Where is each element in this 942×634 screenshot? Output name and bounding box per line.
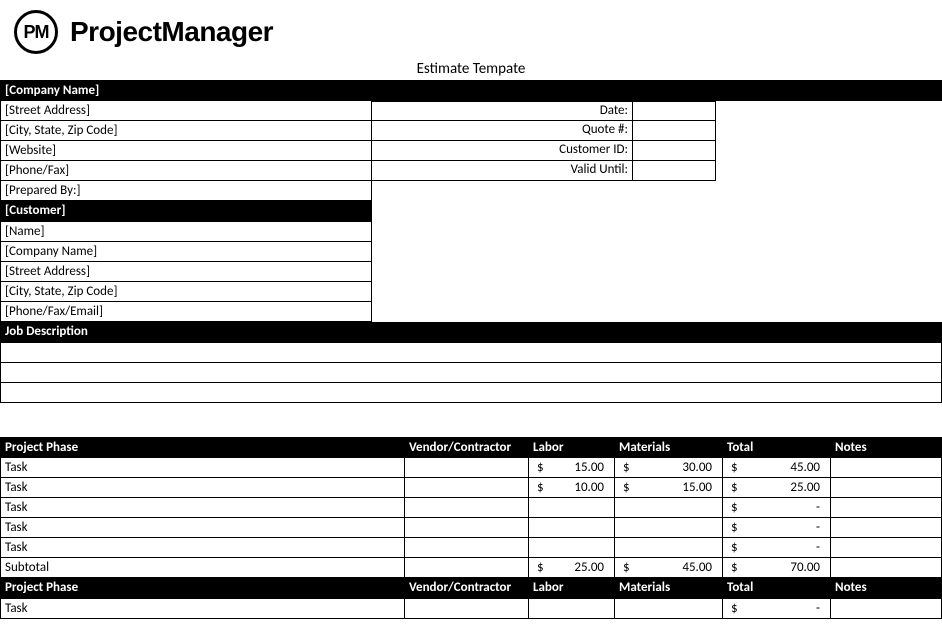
cell-total[interactable]: $- [723,598,831,618]
cell-labor[interactable] [529,598,615,618]
cell-labor[interactable]: $15.00 [529,458,615,478]
phase-table-2: Project Phase Vendor/Contractor Labor Ma… [0,578,942,619]
col-labor: Labor [529,438,615,458]
cell-task[interactable]: Task [1,538,405,558]
job-description-line[interactable] [1,343,942,363]
col-labor: Labor [529,578,615,598]
meta-quote-label: Quote #: [372,121,632,141]
meta-customerid-label: Customer ID: [372,141,632,161]
customer-phone[interactable]: [Phone/Fax/Email] [1,301,372,321]
subtotal-label: Subtotal [1,558,405,578]
customer-header: [Customer] [1,201,372,221]
table-row: Task $- [1,498,942,518]
company-prepared-by[interactable]: [Prepared By:] [1,181,372,201]
table-row: Task $- [1,598,942,618]
cell-materials[interactable] [615,498,723,518]
cell-labor[interactable] [529,518,615,538]
cell-materials[interactable] [615,598,723,618]
cell-total[interactable]: $- [723,518,831,538]
cell-vendor[interactable] [405,478,529,498]
table-row: Task $- [1,538,942,558]
cell-vendor[interactable] [405,518,529,538]
cell-vendor[interactable] [405,598,529,618]
cell-task[interactable]: Task [1,478,405,498]
company-header: [Company Name] [1,81,372,101]
logo: PM ProjectManager [0,0,942,56]
logo-text: ProjectManager [70,16,273,48]
cell-vendor[interactable] [405,498,529,518]
col-materials: Materials [615,438,723,458]
col-notes: Notes [831,438,942,458]
cell-materials[interactable]: $15.00 [615,478,723,498]
cell-total[interactable]: $- [723,498,831,518]
table-row: Task $15.00 $30.00 $45.00 [1,458,942,478]
meta-date-value[interactable] [632,101,716,121]
cell-task[interactable]: Task [1,498,405,518]
job-description-line[interactable] [1,363,942,383]
cell-notes[interactable] [831,598,942,618]
cell-notes[interactable] [831,478,942,498]
table-row: Task $- [1,518,942,538]
cell-vendor [405,558,529,578]
meta-customerid-value[interactable] [632,141,716,161]
company-city[interactable]: [City, State, Zip Code] [1,121,372,141]
cell-notes[interactable] [831,498,942,518]
company-website[interactable]: [Website] [1,141,372,161]
cell-labor[interactable] [529,538,615,558]
cell-task[interactable]: Task [1,598,405,618]
cell-materials[interactable]: $30.00 [615,458,723,478]
col-total: Total [723,578,831,598]
cell-labor[interactable]: $10.00 [529,478,615,498]
cell-notes[interactable] [831,518,942,538]
col-total: Total [723,438,831,458]
document-title: Estimate Tempate [0,56,942,80]
col-vendor: Vendor/Contractor [405,438,529,458]
subtotal-materials: $45.00 [615,558,723,578]
meta-validuntil-label: Valid Until: [372,161,632,181]
col-materials: Materials [615,578,723,598]
customer-company[interactable]: [Company Name] [1,241,372,261]
cell-materials[interactable] [615,518,723,538]
cell-total[interactable]: $- [723,538,831,558]
col-phase: Project Phase [1,438,405,458]
table-row: Task $10.00 $15.00 $25.00 [1,478,942,498]
cell-vendor[interactable] [405,458,529,478]
cell-total[interactable]: $25.00 [723,478,831,498]
logo-badge-icon: PM [14,10,58,54]
job-description-header: Job Description [1,322,942,342]
cell-task[interactable]: Task [1,458,405,478]
company-street[interactable]: [Street Address] [1,101,372,121]
cell-notes [831,558,942,578]
cell-total[interactable]: $45.00 [723,458,831,478]
customer-street[interactable]: [Street Address] [1,261,372,281]
cell-labor[interactable] [529,498,615,518]
cell-vendor[interactable] [405,538,529,558]
col-phase: Project Phase [1,578,405,598]
cell-task[interactable]: Task [1,518,405,538]
col-notes: Notes [831,578,942,598]
col-vendor: Vendor/Contractor [405,578,529,598]
customer-name[interactable]: [Name] [1,221,372,241]
cell-notes[interactable] [831,538,942,558]
company-phone[interactable]: [Phone/Fax] [1,161,372,181]
cell-materials[interactable] [615,538,723,558]
phase-table-1: Project Phase Vendor/Contractor Labor Ma… [0,437,942,578]
job-description-line[interactable] [1,383,942,403]
meta-validuntil-value[interactable] [632,161,716,181]
meta-quote-value[interactable] [632,121,716,141]
subtotal-row: Subtotal $25.00 $45.00 $70.00 [1,558,942,578]
customer-city[interactable]: [City, State, Zip Code] [1,281,372,301]
subtotal-labor: $25.00 [529,558,615,578]
meta-date-label: Date: [372,101,632,121]
subtotal-total: $70.00 [723,558,831,578]
cell-notes[interactable] [831,458,942,478]
